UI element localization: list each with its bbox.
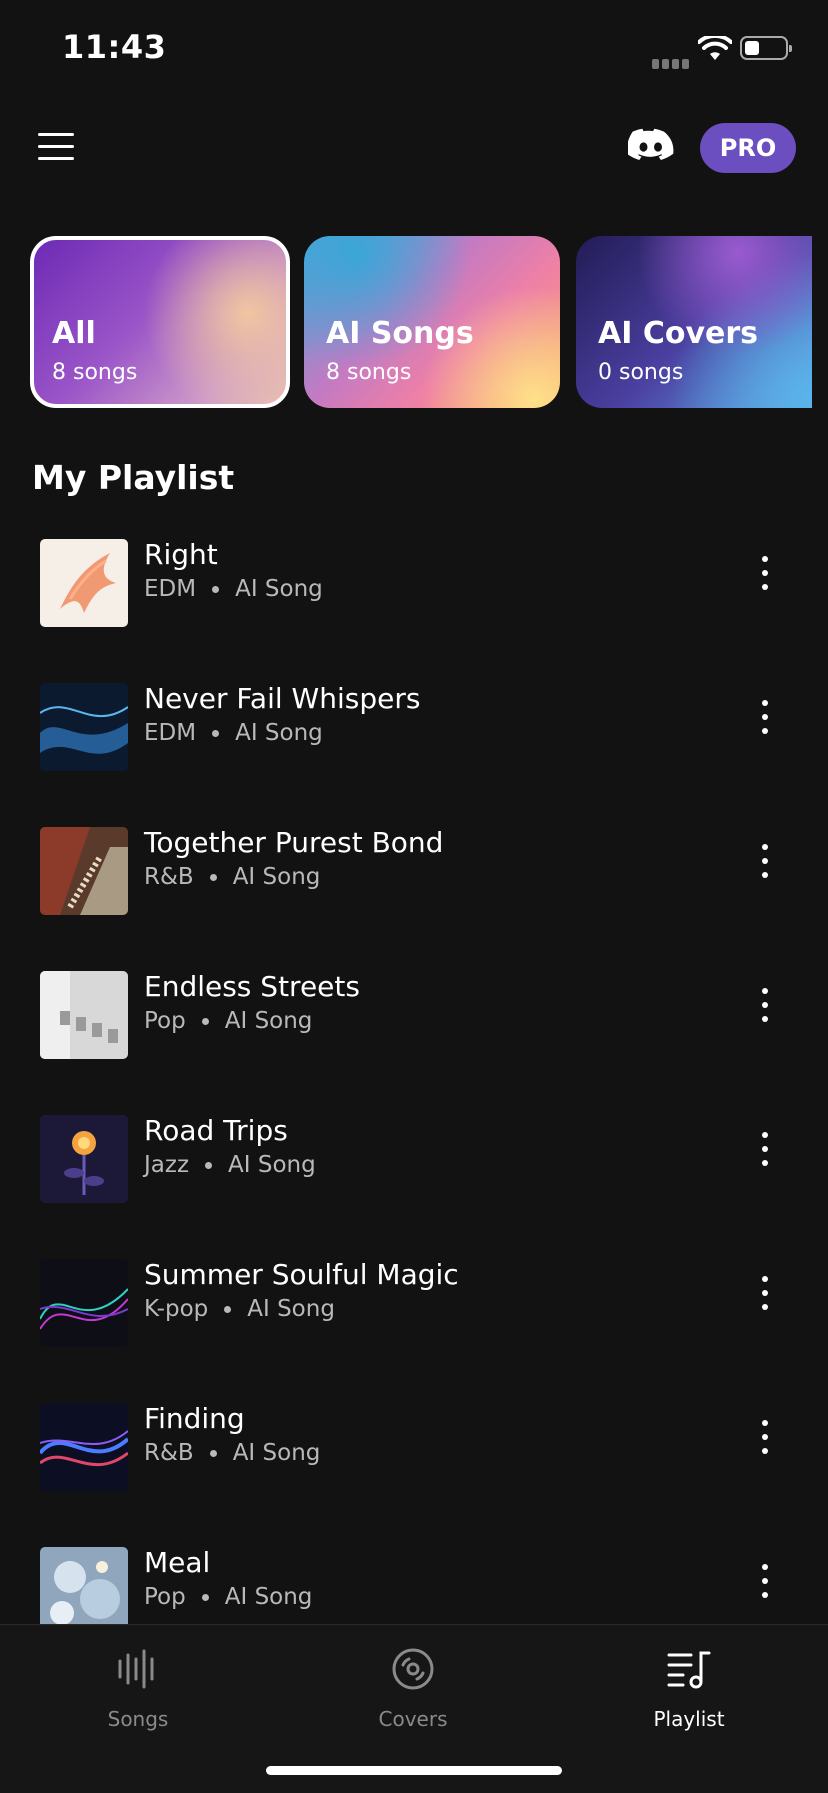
song-artwork: [40, 1259, 128, 1347]
separator-dot: [205, 1162, 213, 1169]
song-artwork: [40, 971, 128, 1059]
song-row[interactable]: Endless Streets Pop AI Song: [0, 966, 828, 1086]
home-indicator: [266, 1766, 562, 1775]
discord-icon[interactable]: [628, 128, 674, 164]
song-type: AI Song: [224, 1584, 313, 1610]
song-meta: Jazz AI Song: [144, 1152, 316, 1178]
category-count: 8 songs: [326, 360, 412, 385]
song-genre: Jazz: [144, 1152, 190, 1178]
song-title: Never Fail Whispers: [144, 682, 421, 715]
song-meta: EDM AI Song: [144, 720, 323, 746]
song-title: Summer Soulful Magic: [144, 1258, 459, 1291]
song-meta: Pop AI Song: [144, 1584, 312, 1610]
song-row[interactable]: Summer Soulful Magic K-pop AI Song: [0, 1254, 828, 1374]
wifi-icon: [698, 36, 732, 60]
song-title: Road Trips: [144, 1114, 288, 1147]
song-artwork: [40, 827, 128, 915]
category-name: All: [52, 316, 96, 351]
section-title: My Playlist: [32, 458, 235, 497]
category-name: AI Covers: [598, 316, 759, 351]
song-artwork: [40, 683, 128, 771]
song-row[interactable]: Finding R&B AI Song: [0, 1398, 828, 1518]
song-list: Right EDM AI Song Never Fail Whispers EDM…: [0, 530, 828, 1624]
category-card-all[interactable]: All 8 songs: [30, 236, 290, 408]
tab-playlist[interactable]: Playlist: [589, 1625, 789, 1745]
song-genre: R&B: [144, 864, 194, 890]
song-type: AI Song: [224, 1008, 313, 1034]
song-meta: EDM AI Song: [144, 576, 323, 602]
song-title: Finding: [144, 1402, 245, 1435]
status-bar: 11:43: [0, 0, 828, 100]
more-options-icon[interactable]: [748, 842, 782, 882]
song-type: AI Song: [228, 1152, 316, 1178]
song-row[interactable]: Right EDM AI Song: [0, 534, 828, 654]
separator-dot: [201, 1018, 209, 1025]
category-carousel: All 8 songs AI Songs 8 songs AI Covers 0…: [30, 236, 812, 408]
more-options-icon[interactable]: [748, 1562, 782, 1602]
song-artwork: [40, 539, 128, 627]
separator-dot: [209, 874, 217, 881]
more-options-icon[interactable]: [748, 1130, 782, 1170]
song-row[interactable]: Never Fail Whispers EDM AI Song: [0, 678, 828, 798]
separator-dot: [209, 1450, 217, 1457]
separator-dot: [201, 1594, 209, 1601]
signal-icon: [652, 50, 692, 69]
song-genre: Pop: [144, 1008, 186, 1034]
category-count: 0 songs: [598, 360, 684, 385]
tab-label: Songs: [107, 1707, 169, 1731]
song-type: AI Song: [232, 1440, 321, 1466]
song-genre: K-pop: [144, 1296, 209, 1322]
song-artwork: [40, 1115, 128, 1203]
song-row[interactable]: Meal Pop AI Song: [0, 1542, 828, 1624]
separator-dot: [224, 1306, 232, 1313]
separator-dot: [212, 730, 220, 737]
battery-icon: [740, 36, 792, 60]
playlist-icon: [667, 1651, 711, 1689]
song-type: AI Song: [247, 1296, 335, 1322]
disc-icon: [392, 1648, 434, 1690]
more-options-icon[interactable]: [748, 1418, 782, 1458]
song-genre: R&B: [144, 1440, 194, 1466]
pro-button[interactable]: PRO: [700, 123, 796, 173]
song-title: Endless Streets: [144, 970, 360, 1003]
song-meta: Pop AI Song: [144, 1008, 312, 1034]
status-time: 11:43: [62, 28, 167, 66]
more-options-icon[interactable]: [748, 986, 782, 1026]
tab-covers[interactable]: Covers: [313, 1625, 513, 1745]
more-options-icon[interactable]: [748, 698, 782, 738]
waveform-icon: [118, 1649, 154, 1689]
category-card-ai-covers[interactable]: AI Covers 0 songs: [576, 236, 812, 408]
song-artwork: [40, 1547, 128, 1624]
hamburger-menu-icon[interactable]: [38, 130, 74, 164]
tab-label: Playlist: [653, 1707, 725, 1731]
song-meta: R&B AI Song: [144, 864, 320, 890]
song-row[interactable]: Together Purest Bond R&B AI Song: [0, 822, 828, 942]
song-meta: K-pop AI Song: [144, 1296, 335, 1322]
category-count: 8 songs: [52, 360, 138, 385]
separator-dot: [212, 586, 220, 593]
song-type: AI Song: [232, 864, 321, 890]
song-title: Together Purest Bond: [144, 826, 444, 859]
song-title: Meal: [144, 1546, 211, 1579]
tab-label: Covers: [378, 1707, 448, 1731]
song-type: AI Song: [235, 720, 323, 746]
tab-songs[interactable]: Songs: [38, 1625, 238, 1745]
song-row[interactable]: Road Trips Jazz AI Song: [0, 1110, 828, 1230]
category-card-ai-songs[interactable]: AI Songs 8 songs: [304, 236, 560, 408]
song-artwork: [40, 1403, 128, 1491]
song-genre: EDM: [144, 576, 197, 602]
song-type: AI Song: [235, 576, 323, 602]
song-genre: EDM: [144, 720, 197, 746]
song-genre: Pop: [144, 1584, 186, 1610]
song-title: Right: [144, 538, 218, 571]
more-options-icon[interactable]: [748, 1274, 782, 1314]
more-options-icon[interactable]: [748, 554, 782, 594]
song-meta: R&B AI Song: [144, 1440, 320, 1466]
category-name: AI Songs: [326, 316, 474, 351]
